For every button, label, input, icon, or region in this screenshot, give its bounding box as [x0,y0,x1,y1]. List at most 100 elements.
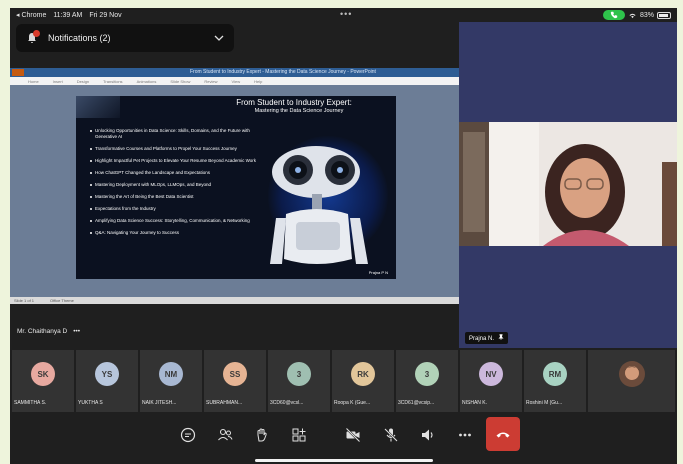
hang-up-icon [496,432,510,438]
more-icon[interactable] [457,427,473,443]
avatar: SS [223,362,247,386]
slide-counter: Slide 1 of 1 [14,298,35,303]
participant-name: 3CD61@vcsip... [398,400,435,406]
powerpoint-title-bar: From Student to Industry Expert - Master… [10,68,459,77]
avatar: NV [479,362,503,386]
file-tab[interactable] [12,69,24,76]
slide-bullet: Unlocking Opportunities in Data Science:… [90,128,260,140]
robot-illustration [270,146,368,264]
meeting-window: ◂ Chrome 11:39 AM Fri 29 Nov ••• 83% Not… [10,8,677,464]
avatar: 3 [415,362,439,386]
slide-bullet: Highlight Impactful Pet Projects to Elev… [90,158,260,164]
slide-bullet: Expectations from the Industry [90,206,260,212]
ribbon-tab[interactable]: Review [204,79,217,84]
status-left: ◂ Chrome 11:39 AM Fri 29 Nov [16,11,122,19]
speaker-icon[interactable] [420,427,436,443]
participant-name: 3CD60@vcsl... [270,400,304,406]
presentation-slide: From Student to Industry Expert: Masteri… [76,96,396,279]
participant-name: SAMMITHA S. [14,400,47,406]
hang-up-button[interactable] [486,417,520,451]
battery-percent: 83% [639,11,654,19]
call-indicator[interactable] [602,10,625,20]
slide-bullet: Transformative Courses and Platforms to … [90,146,260,152]
participant-name: NAIK JITESH... [142,400,177,406]
slide-subtitle: Mastering the Data Science Journey [254,108,344,114]
speaker-video-frame [459,122,677,246]
slide-bullet: Amplifying Data Science Success: Storyte… [90,218,260,224]
participant-strip: SK SAMMITHA S. YS YUKTHA S NM NAIK JITES… [10,348,677,414]
participant-tile[interactable]: 3 3CD61@vcsip... [396,350,458,412]
ribbon-tab[interactable]: Transitions [103,79,122,84]
ribbon-tab[interactable]: View [232,79,241,84]
participant-name: NISHAN K. [462,400,488,406]
participants-icon[interactable] [217,427,233,443]
participant-tile-self[interactable] [588,350,675,412]
slide-bullets: Unlocking Opportunities in Data Science:… [90,128,260,242]
camera-off-icon[interactable] [345,427,361,443]
slide-bullet: How ChatGPT Changed the Landscape and Ex… [90,170,260,176]
slide-bullet: Mastering Deployment with MLOps, LLMOps,… [90,182,260,188]
call-controls [10,414,677,464]
slide-bullet: Mastering the Art of Being the Best Data… [90,194,260,200]
participant-tile[interactable]: YS YUKTHA S [76,350,138,412]
participant-name: YUKTHA S [78,400,103,406]
status-date: Fri 29 Nov [89,12,122,19]
screen-share: From Student to Industry Expert - Master… [10,68,459,304]
ribbon-tab[interactable]: Home [28,79,39,84]
status-right: 83% [602,10,671,20]
participant-tile[interactable]: RM Roshini M (Gu... [524,350,586,412]
wifi-icon [629,13,636,18]
theme-name: Office Theme [50,298,74,303]
speaker-name: Prajna N. [469,336,495,342]
ribbon-tab[interactable]: Animations [137,79,157,84]
participant-name: SUBRAHMAN... [206,400,243,406]
notification-badge [33,30,40,37]
participant-name: Roshini M (Gu... [526,400,563,406]
notifications-label: Notifications (2) [48,33,111,43]
avatar: YS [95,362,119,386]
self-avatar [619,361,645,387]
ribbon-tab[interactable]: Design [77,79,89,84]
powerpoint-file-title: From Student to Industry Expert - Master… [190,69,376,75]
chat-icon[interactable] [180,427,196,443]
keyboard-image [76,96,120,118]
ribbon-tab[interactable]: Help [254,79,262,84]
mic-off-icon[interactable] [383,427,399,443]
host-name-label: Mr. Chaithanya D ••• [17,328,80,335]
slide-bullet: Q&A: Navigating Your Journey to Success [90,230,260,236]
participant-tile[interactable]: NM NAIK JITESH... [140,350,202,412]
home-indicator[interactable] [255,459,433,462]
status-time: 11:39 AM [53,12,83,19]
host-name: Mr. Chaithanya D [17,328,68,335]
participant-name: Roopa K (Gue... [334,400,371,406]
battery-icon [657,11,671,19]
participant-tile[interactable]: NV NISHAN K. [460,350,522,412]
back-to-chrome[interactable]: ◂ Chrome [16,12,46,19]
raise-hand-icon[interactable] [254,427,270,443]
phone-icon [610,11,618,19]
apps-icon[interactable] [291,427,307,443]
participant-tile[interactable]: RK Roopa K (Gue... [332,350,394,412]
avatar: RM [543,362,567,386]
avatar: SK [31,362,55,386]
ribbon-tab[interactable]: Slide Show [170,79,190,84]
chevron-down-icon[interactable] [214,33,224,43]
avatar: NM [159,362,183,386]
participant-tile[interactable]: SK SAMMITHA S. [12,350,74,412]
speaker-video[interactable] [459,122,677,246]
slide-title: From Student to Industry Expert: [236,98,352,107]
notifications-bar[interactable]: Notifications (2) [16,24,234,52]
avatar: 3 [287,362,311,386]
multitask-dots[interactable]: ••• [340,9,352,19]
ios-status-bar: ◂ Chrome 11:39 AM Fri 29 Nov ••• 83% [10,8,677,22]
avatar: RK [351,362,375,386]
participant-tile[interactable]: SS SUBRAHMAN... [204,350,266,412]
speaker-name-tag: Prajna N. [465,332,508,344]
ribbon-tab[interactable]: Insert [53,79,63,84]
powerpoint-ribbon: Home Insert Design Transitions Animation… [10,77,459,85]
powerpoint-status-bar: Slide 1 of 1 Office Theme [10,297,459,304]
participant-tile[interactable]: 3 3CD60@vcsl... [268,350,330,412]
pin-icon[interactable] [498,334,504,340]
host-more-button[interactable]: ••• [73,328,80,335]
slide-logo-text: Prajna P N [368,270,388,275]
